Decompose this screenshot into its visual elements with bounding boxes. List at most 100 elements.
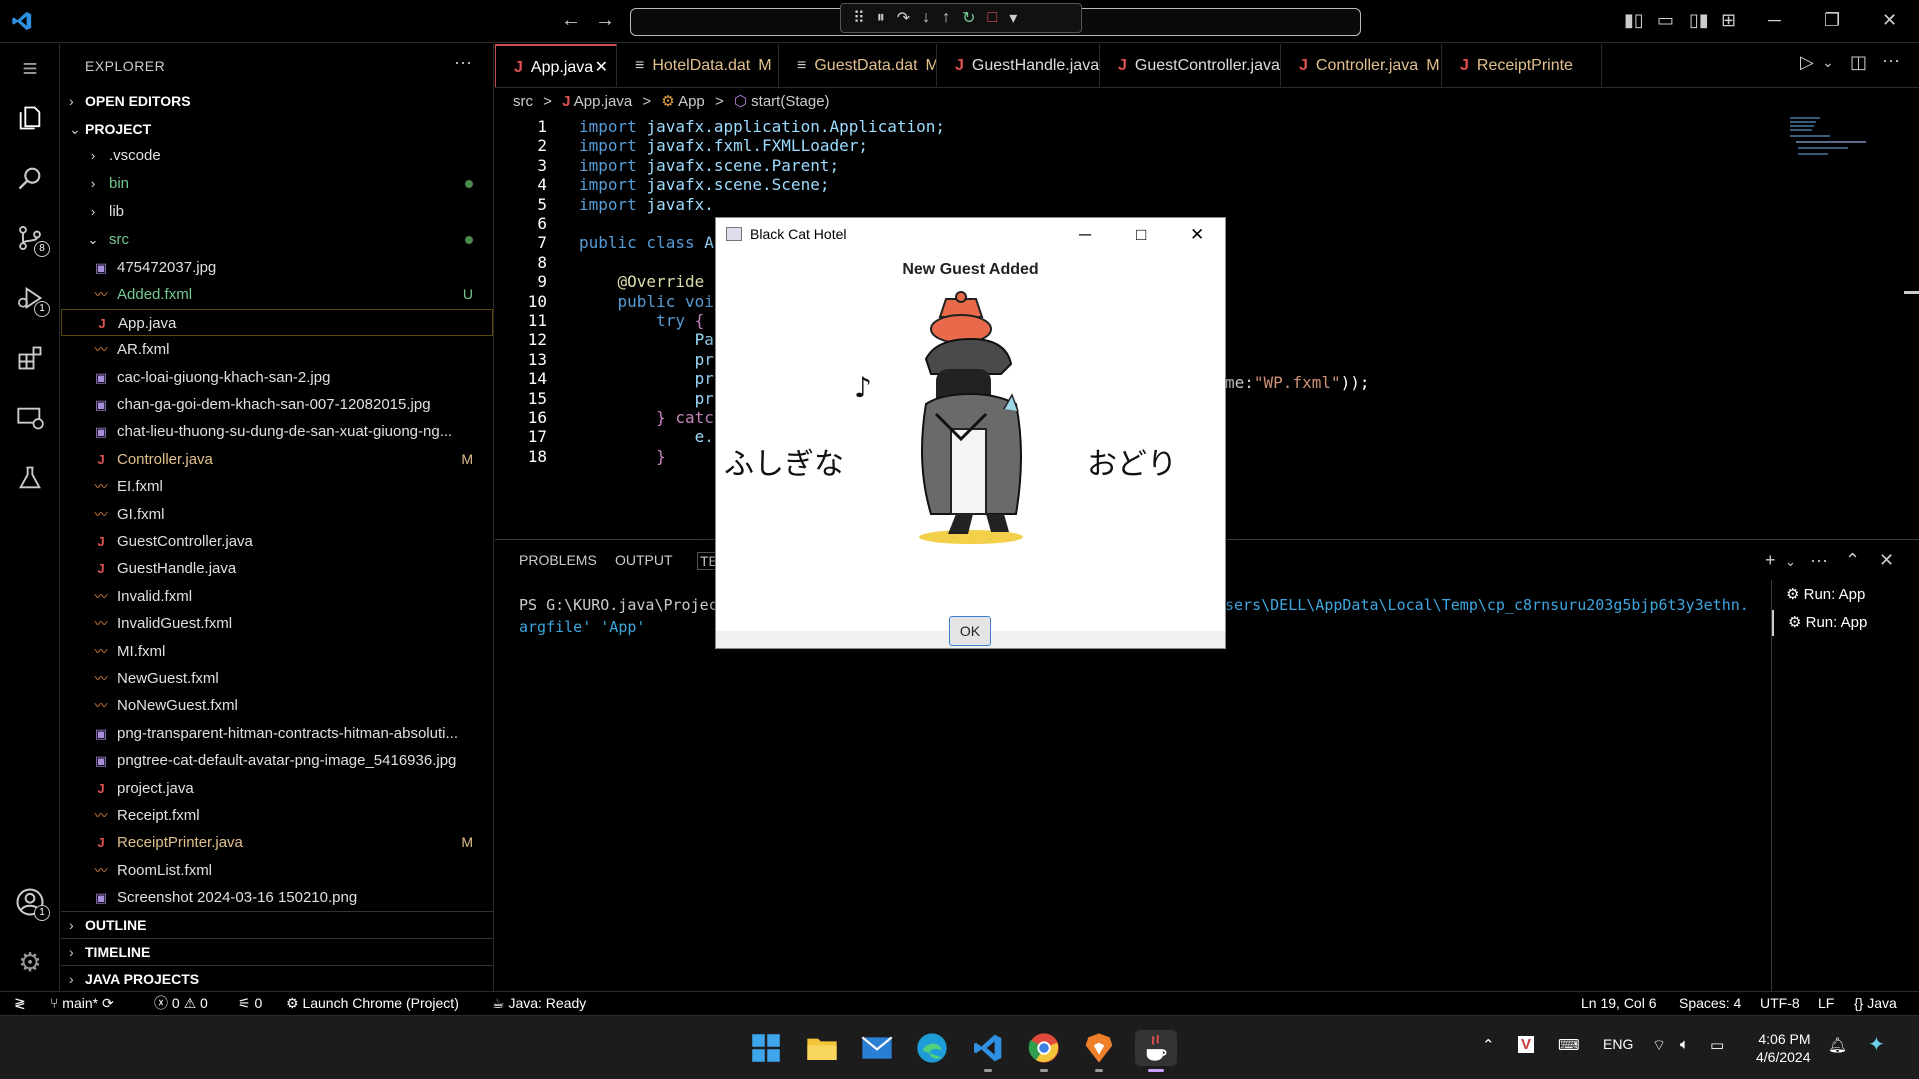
panel-more-button[interactable]: ··· xyxy=(1810,550,1828,571)
file-item[interactable]: Jproject.java xyxy=(61,775,493,802)
file-item[interactable]: 〰 RoomList.fxml xyxy=(61,857,493,884)
file-item[interactable]: ▣ chan-ga-goi-dem-khach-san-007-12082015.… xyxy=(61,391,493,418)
tray-overflow-icon[interactable]: ⌃ xyxy=(1482,1036,1495,1054)
encoding[interactable]: UTF-8 xyxy=(1760,992,1800,1014)
run-debug-icon[interactable]: 1 xyxy=(14,282,50,317)
file-item[interactable]: J ReceiptPrinter.java M xyxy=(61,829,493,856)
git-branch[interactable]: ⑂ main* ⟳ xyxy=(50,992,114,1014)
close-tab-icon[interactable]: ✕ xyxy=(595,46,608,87)
breadcrumb-src[interactable]: src xyxy=(513,93,533,110)
ok-button[interactable]: OK xyxy=(949,616,991,646)
file-item[interactable]: J GuestController.java xyxy=(61,528,493,555)
close-button[interactable]: ✕ xyxy=(1882,10,1897,31)
java-app-taskbar-icon[interactable] xyxy=(1135,1030,1177,1072)
editor-tab[interactable]: J GuestHandle.java xyxy=(937,44,1100,87)
indentation[interactable]: Spaces: 4 xyxy=(1679,992,1741,1014)
stop-button[interactable]: □ xyxy=(988,9,998,27)
files-icon[interactable] xyxy=(14,102,46,134)
vscode-taskbar-icon[interactable] xyxy=(970,1030,1006,1072)
copilot-icon[interactable]: ✦ xyxy=(1868,1032,1885,1057)
forward-button[interactable]: → xyxy=(595,9,615,32)
outline-section[interactable]: › OUTLINE xyxy=(61,911,493,937)
close-panel-button[interactable]: ✕ xyxy=(1879,550,1894,571)
terminal-dropdown-icon[interactable]: ⌄ xyxy=(1785,554,1796,570)
new-terminal-button[interactable]: + xyxy=(1765,550,1776,571)
input-language[interactable]: ENG xyxy=(1603,1036,1633,1052)
testing-icon[interactable] xyxy=(14,462,46,494)
vivaldi-tray-icon[interactable]: V xyxy=(1518,1036,1535,1053)
file-item[interactable]: ▣ chat-lieu-thuong-su-dung-de-san-xuat-gi… xyxy=(61,418,493,445)
step-into-button[interactable]: ↓ xyxy=(922,9,930,27)
file-item[interactable]: ▣ 475472037.jpg xyxy=(61,254,493,281)
java-status[interactable]: ☕ Java: Ready xyxy=(492,992,586,1014)
drag-handle-icon[interactable]: ⠿ xyxy=(853,8,865,28)
remote-explorer-icon[interactable] xyxy=(14,402,46,434)
editor-tab[interactable]: ≡ HotelData.dat M xyxy=(617,44,779,87)
open-editors-section[interactable]: › OPEN EDITORS xyxy=(61,88,493,114)
extensions-icon[interactable] xyxy=(14,342,46,374)
file-item[interactable]: 〰 NoNewGuest.fxml xyxy=(61,692,493,719)
dialog-minimize-button[interactable]: ─ xyxy=(1079,218,1091,251)
tab-problems[interactable]: PROBLEMS xyxy=(519,552,597,568)
back-button[interactable]: ← xyxy=(561,9,581,32)
run-file-icon[interactable]: ▷ xyxy=(1800,52,1814,73)
minimap[interactable] xyxy=(1790,115,1870,175)
dialog-maximize-button[interactable]: □ xyxy=(1136,218,1146,251)
customize-layout-icon[interactable]: ⊞ xyxy=(1721,10,1736,31)
pause-button[interactable]: ⏸ xyxy=(877,9,885,27)
editor-tab[interactable]: J App.java ✕ xyxy=(495,44,617,87)
file-item[interactable]: ▣ pngtree-cat-default-avatar-png-image_54… xyxy=(61,747,493,774)
debug-dropdown-icon[interactable]: ▾ xyxy=(1009,8,1017,28)
problems-indicator[interactable]: ⓧ 0 ⚠ 0 xyxy=(154,992,208,1014)
file-explorer-icon[interactable] xyxy=(804,1030,840,1066)
toggle-panel-icon[interactable]: ▭ xyxy=(1657,10,1674,31)
restore-button[interactable]: ❐ xyxy=(1824,10,1840,31)
file-item[interactable]: J Controller.java M xyxy=(61,446,493,473)
folder-lib[interactable]: › lib xyxy=(61,198,493,225)
file-item[interactable]: ▣ png-transparent-hitman-contracts-hitman… xyxy=(61,720,493,747)
file-item[interactable]: J App.java xyxy=(61,308,493,336)
editor-tab[interactable]: J ReceiptPrinte xyxy=(1442,44,1602,87)
volume-muted-icon[interactable]: 🔈︎ xyxy=(1680,1036,1689,1053)
minimize-button[interactable]: ─ xyxy=(1768,10,1781,31)
toggle-primary-sidebar-icon[interactable]: ▮▯ xyxy=(1624,10,1644,31)
breadcrumb-class[interactable]: App xyxy=(678,93,705,110)
file-item[interactable]: 〰 EI.fxml xyxy=(61,473,493,500)
project-section[interactable]: ⌄ PROJECT xyxy=(61,116,493,142)
notification-bell-icon[interactable]: 🔔︎ xyxy=(1828,1036,1847,1054)
dialog-title-bar[interactable]: Black Cat Hotel ─ □ ✕ xyxy=(716,218,1225,251)
file-item[interactable]: 〰 AR.fxml xyxy=(61,336,493,363)
explorer-more-button[interactable]: ··· xyxy=(454,52,472,73)
file-item[interactable]: ▣ cac-loai-giuong-khach-san-2.jpg xyxy=(61,364,493,391)
chrome-icon[interactable] xyxy=(1026,1030,1062,1072)
ports-indicator[interactable]: ⚟ 0 xyxy=(238,992,262,1014)
search-icon[interactable] xyxy=(14,162,46,194)
run-dropdown-icon[interactable]: ⌄ xyxy=(1822,54,1834,71)
hamburger-menu-icon[interactable]: ≡ xyxy=(14,52,46,84)
step-out-button[interactable]: ↑ xyxy=(942,9,950,27)
dialog-close-button[interactable]: ✕ xyxy=(1190,218,1204,251)
launch-config[interactable]: ⚙ Launch Chrome (Project) xyxy=(286,992,459,1014)
breadcrumb-method[interactable]: start(Stage) xyxy=(751,93,829,110)
tab-output[interactable]: OUTPUT xyxy=(615,552,673,568)
file-item[interactable]: 〰 Invalid.fxml xyxy=(61,583,493,610)
sync-icon[interactable]: ⟳ xyxy=(102,995,114,1011)
cursor-position[interactable]: Ln 19, Col 6 xyxy=(1581,992,1657,1014)
timeline-section[interactable]: › TIMELINE xyxy=(61,938,493,964)
wifi-icon[interactable]: ⌔ xyxy=(1652,1036,1666,1055)
windows-start-icon[interactable] xyxy=(748,1030,784,1066)
file-item[interactable]: 〰 InvalidGuest.fxml xyxy=(61,610,493,637)
battery-icon[interactable]: ▭ xyxy=(1710,1036,1724,1054)
toggle-secondary-sidebar-icon[interactable]: ▯▮ xyxy=(1689,10,1709,31)
java-projects-section[interactable]: › JAVA PROJECTS xyxy=(61,965,493,991)
terminal-item[interactable]: ⚙ Run: App xyxy=(1772,582,1919,608)
touch-keyboard-icon[interactable]: ⌨ xyxy=(1558,1036,1580,1054)
terminal-item[interactable]: ⚙ Run: App xyxy=(1772,610,1919,636)
system-clock[interactable]: 4:06 PM 4/6/2024 xyxy=(1756,1030,1811,1066)
brave-browser-icon[interactable] xyxy=(1081,1030,1117,1072)
source-control-icon[interactable]: 8 xyxy=(14,222,50,257)
file-item[interactable]: 〰 MI.fxml xyxy=(61,638,493,665)
edge-browser-icon[interactable] xyxy=(914,1030,950,1066)
editor-more-icon[interactable]: ··· xyxy=(1882,50,1900,71)
scrollbar-marker[interactable] xyxy=(1904,291,1919,294)
